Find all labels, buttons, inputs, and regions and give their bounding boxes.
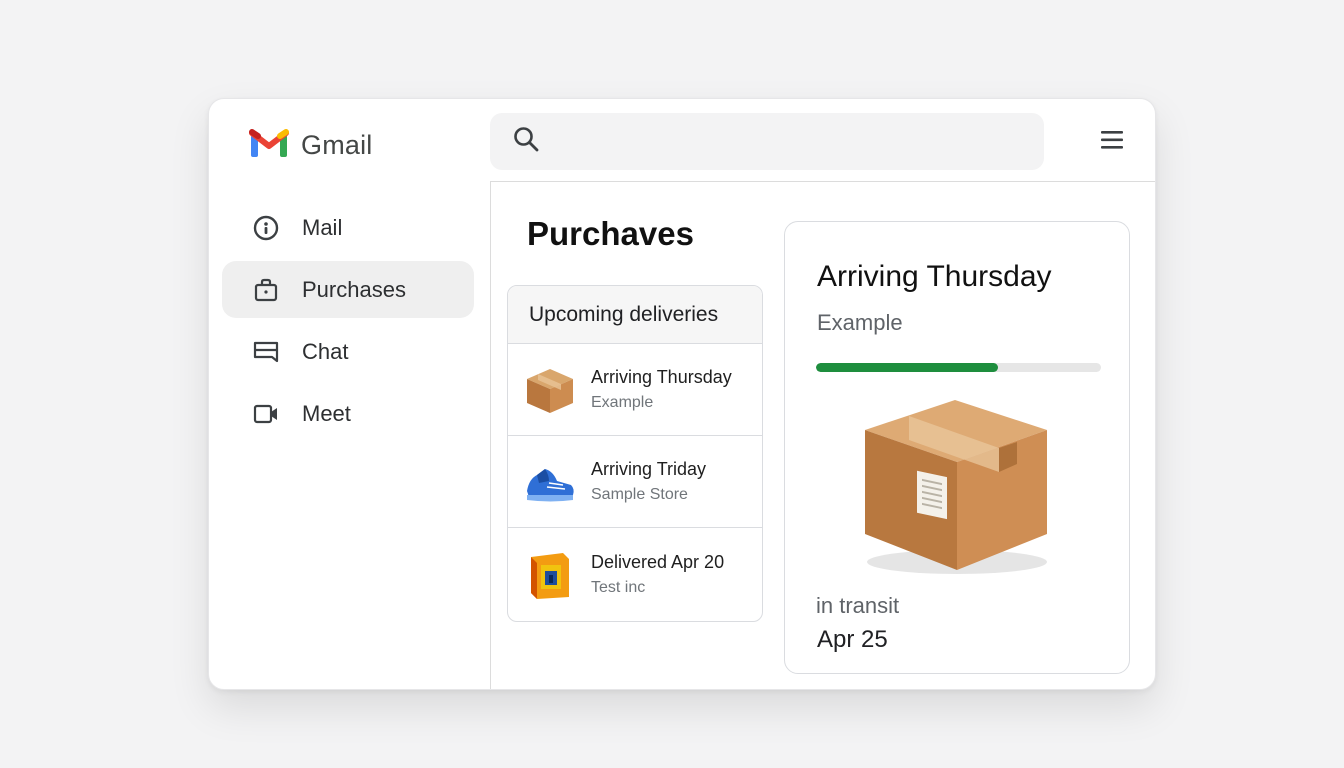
hamburger-menu-icon: [1099, 131, 1125, 155]
package-box-icon: [857, 392, 1057, 587]
upcoming-deliveries-card: Upcoming deliveries Arriving Thursday Ex…: [507, 285, 763, 622]
sidebar-item-label: Chat: [302, 338, 349, 364]
page-title: Purchaves: [527, 215, 694, 252]
header-divider: [490, 181, 1155, 182]
app-name: Gmail: [301, 130, 373, 160]
main-menu-button[interactable]: [1099, 129, 1129, 155]
delivery-progress-fill: [816, 363, 999, 372]
delivery-date: Apr 25: [817, 626, 888, 653]
delivery-text: Arriving Thursday Example: [591, 367, 732, 412]
delivery-title: Delivered Apr 20: [591, 551, 725, 572]
shopping-bag-icon: [252, 276, 280, 304]
sidebar-nav: Mail Purchases Chat Meet: [222, 199, 474, 447]
package-box-icon: [523, 363, 577, 417]
sidebar-item-label: Meet: [302, 400, 351, 426]
sidebar-divider: [490, 181, 491, 689]
delivery-text: Delivered Apr 20 Test inc: [591, 552, 724, 597]
chat-icon: [252, 338, 280, 366]
search-icon: [512, 125, 540, 158]
delivery-row[interactable]: Delivered Apr 20 Test inc: [508, 528, 762, 620]
sidebar-item-chat[interactable]: Chat: [222, 323, 474, 380]
delivery-progress-bar: [816, 363, 1101, 372]
delivery-store: Example: [591, 394, 654, 411]
sidebar-item-mail[interactable]: Mail: [222, 199, 474, 256]
sidebar-item-label: Mail: [302, 214, 343, 240]
orange-box-icon: [523, 547, 577, 601]
sidebar: Gmail Mail Purchases Chat Meet: [209, 99, 490, 689]
deliveries-heading: Upcoming deliveries: [508, 286, 762, 344]
search-input[interactable]: [490, 113, 1044, 170]
delivery-text: Arriving Triday Sample Store: [591, 459, 706, 504]
detail-store: Example: [817, 310, 903, 335]
sidebar-item-meet[interactable]: Meet: [222, 385, 474, 442]
gmail-window: Gmail Mail Purchases Chat Meet Purchaves…: [208, 98, 1156, 690]
gmail-m-icon: [249, 127, 289, 164]
delivery-row[interactable]: Arriving Thursday Example: [508, 344, 762, 436]
sidebar-item-purchases[interactable]: Purchases: [222, 261, 474, 318]
delivery-store: Test inc: [591, 578, 646, 596]
video-camera-icon: [252, 400, 280, 428]
blue-sneaker-icon: [523, 455, 577, 509]
delivery-title: Arriving Triday: [591, 459, 707, 479]
delivery-status: in transit: [816, 593, 900, 618]
delivery-detail-card[interactable]: Arriving Thursday Example in transit Apr…: [784, 221, 1130, 674]
delivery-row[interactable]: Arriving Triday Sample Store: [508, 436, 762, 528]
delivery-store: Sample Store: [591, 486, 688, 503]
delivery-title: Arriving Thursday: [591, 367, 732, 387]
sidebar-item-label: Purchases: [302, 276, 406, 302]
info-circle-icon: [252, 214, 280, 242]
gmail-logo[interactable]: Gmail: [249, 127, 373, 164]
detail-title: Arriving Thursday: [817, 260, 1052, 293]
